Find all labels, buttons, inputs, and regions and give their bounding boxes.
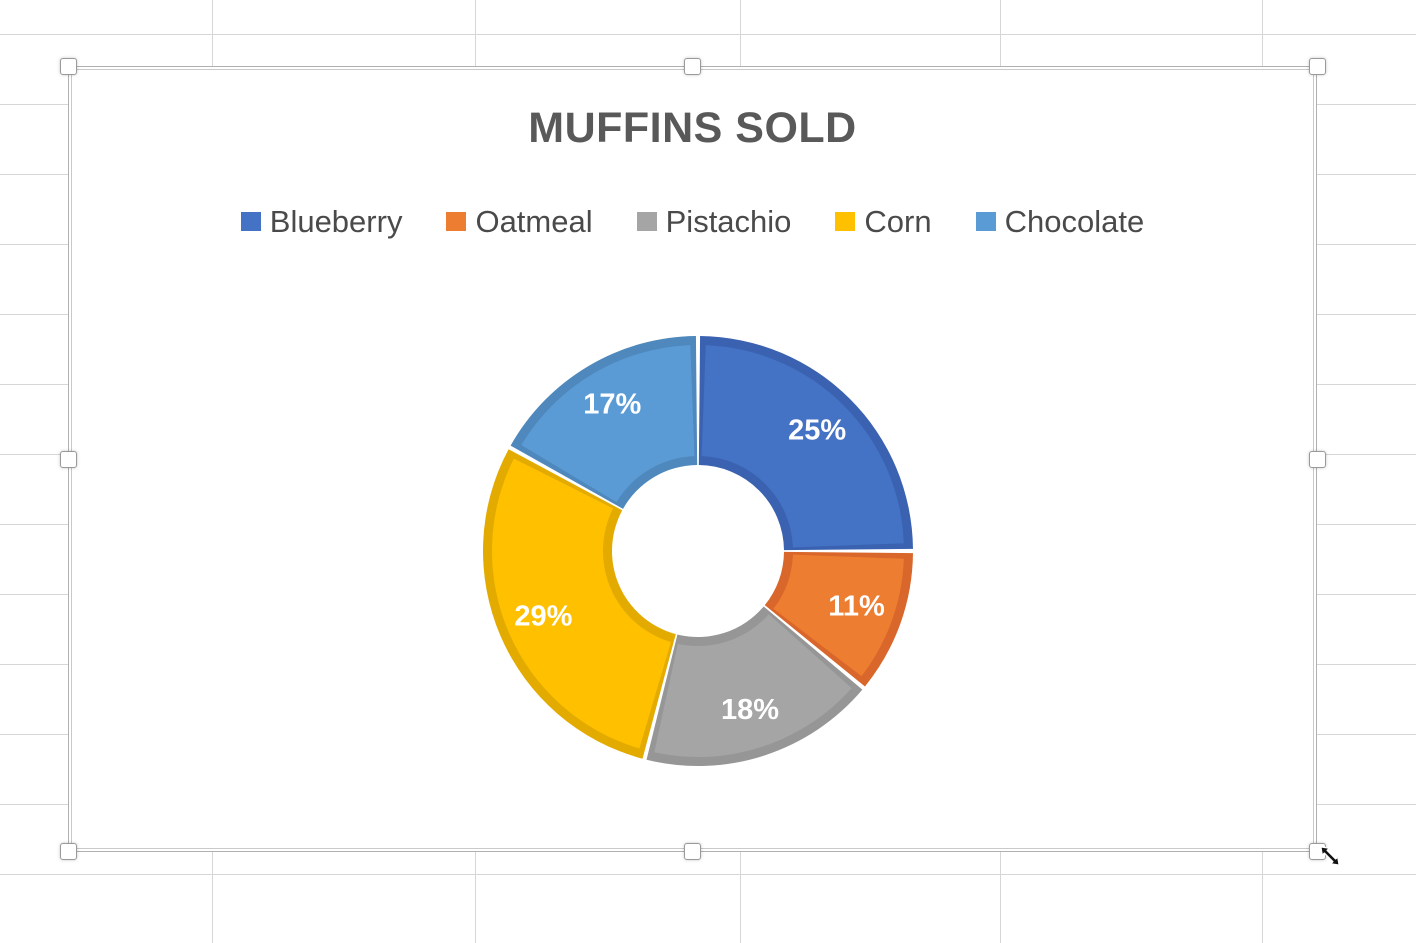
chart-title[interactable]: MUFFINS SOLD [68,104,1317,153]
handle-middle-right[interactable] [1309,451,1326,468]
chart-legend[interactable]: Blueberry Oatmeal Pistachio Corn Chocolate [68,206,1317,237]
grid-row-line [0,34,1416,35]
doughnut-chart-plot-area[interactable]: 25% 11% 18% 29% 17% [478,331,918,771]
chart-object[interactable]: MUFFINS SOLD Blueberry Oatmeal Pistachio Co… [68,66,1317,852]
handle-top-center[interactable] [684,58,701,75]
legend-item-label: Pistachio [665,204,792,239]
legend-item-chocolate[interactable]: Chocolate [975,204,1145,239]
legend-swatch-icon [975,212,996,231]
legend-item-pistachio[interactable]: Pistachio [636,204,792,239]
legend-item-label: Oatmeal [475,204,593,239]
doughnut-data-label: 18% [721,694,779,726]
doughnut-data-label: 29% [514,601,572,633]
doughnut-data-label: 17% [583,389,641,421]
doughnut-slices[interactable] [482,336,913,766]
handle-bottom-right[interactable] [1309,843,1326,860]
handle-bottom-left[interactable] [60,843,77,860]
legend-item-label: Blueberry [269,204,403,239]
handle-top-left[interactable] [60,58,77,75]
legend-swatch-icon [240,212,261,231]
legend-item-label: Chocolate [1004,204,1145,239]
legend-swatch-icon [446,212,467,231]
legend-item-oatmeal[interactable]: Oatmeal [446,204,593,239]
doughnut-svg: 25% 11% 18% 29% 17% [482,336,913,766]
handle-top-right[interactable] [1309,58,1326,75]
legend-swatch-icon [835,212,856,231]
grid-row-line [0,874,1416,875]
legend-item-label: Corn [864,204,932,239]
legend-item-corn[interactable]: Corn [835,204,932,239]
legend-item-blueberry[interactable]: Blueberry [240,204,403,239]
doughnut-data-label: 11% [828,591,885,623]
handle-bottom-center[interactable] [684,843,701,860]
doughnut-data-label: 25% [788,415,846,447]
legend-swatch-icon [636,212,657,231]
handle-middle-left[interactable] [60,451,77,468]
spreadsheet-canvas[interactable]: MUFFINS SOLD Blueberry Oatmeal Pistachio Co… [0,0,1416,943]
